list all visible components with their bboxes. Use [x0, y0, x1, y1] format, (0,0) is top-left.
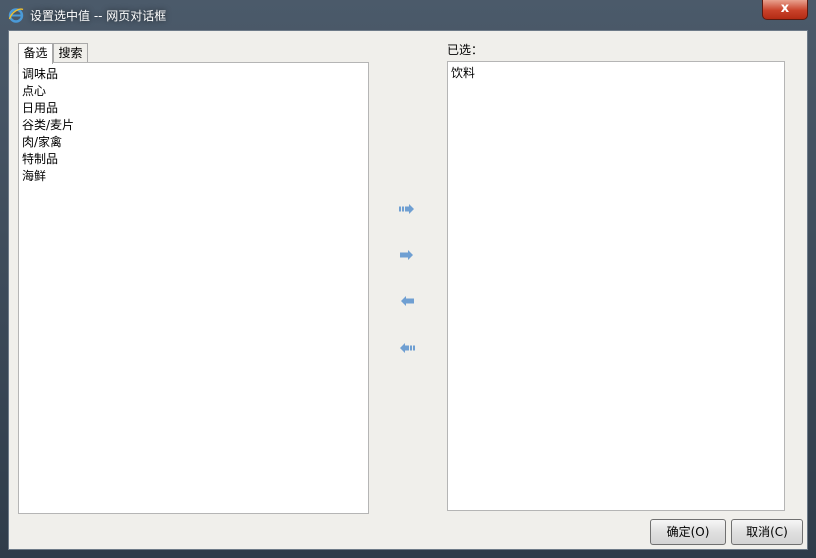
ok-button[interactable]: 确定(O): [650, 519, 726, 545]
move-right-button[interactable]: [397, 247, 417, 263]
list-item[interactable]: 谷类/麦片: [22, 117, 368, 134]
move-left-icon: [401, 296, 414, 306]
selected-list[interactable]: 饮料: [447, 61, 785, 511]
close-button[interactable]: x: [762, 0, 808, 20]
move-all-right-button[interactable]: [397, 201, 417, 217]
tab-search[interactable]: 搜索: [53, 43, 88, 63]
cancel-button[interactable]: 取消(C): [731, 519, 803, 545]
move-all-left-button[interactable]: [397, 340, 417, 356]
close-icon: x: [780, 1, 790, 16]
dialog-client-area: 备选 搜索 调味品 点心 日用品 谷类/麦片 肉/家禽 特制品 海鲜 已选： 饮…: [8, 30, 808, 550]
dialog-window: 设置选中值 -- 网页对话框 x 备选 搜索 调味品 点心 日用品 谷类/麦片 …: [0, 0, 816, 558]
list-item[interactable]: 海鲜: [22, 168, 368, 185]
selected-label: 已选：: [447, 43, 484, 57]
tab-available[interactable]: 备选: [18, 43, 53, 64]
move-left-button[interactable]: [397, 293, 417, 309]
move-all-right-icon: [399, 204, 414, 214]
list-item[interactable]: 肉/家禽: [22, 134, 368, 151]
list-item[interactable]: 调味品: [22, 66, 368, 83]
title-bar[interactable]: 设置选中值 -- 网页对话框 x: [0, 0, 816, 30]
list-item[interactable]: 特制品: [22, 151, 368, 168]
ie-icon: [8, 7, 24, 23]
window-title: 设置选中值 -- 网页对话框: [30, 9, 167, 23]
list-item[interactable]: 日用品: [22, 100, 368, 117]
move-right-icon: [400, 250, 413, 260]
available-list[interactable]: 调味品 点心 日用品 谷类/麦片 肉/家禽 特制品 海鲜: [18, 62, 369, 514]
list-item[interactable]: 点心: [22, 83, 368, 100]
move-all-left-icon: [400, 343, 415, 353]
list-item[interactable]: 饮料: [451, 65, 784, 82]
